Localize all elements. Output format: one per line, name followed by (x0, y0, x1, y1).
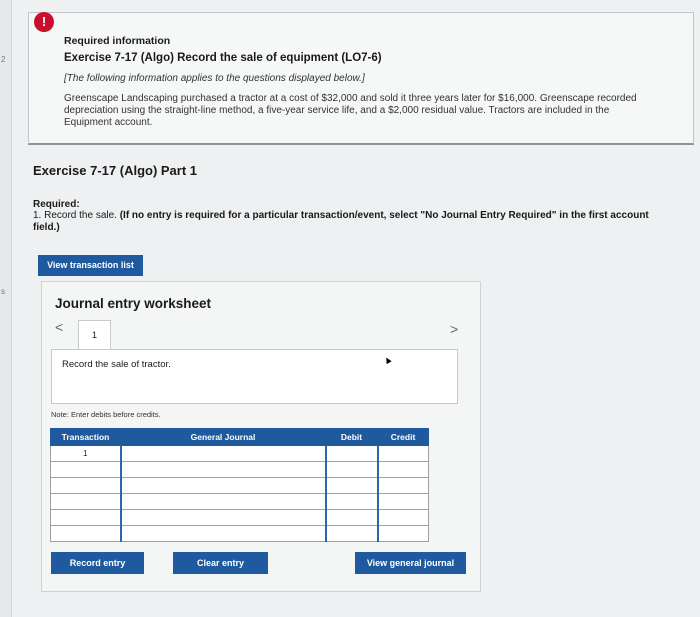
table-row (50, 525, 429, 542)
required-text-bold: (If no entry is required for a particula… (33, 210, 649, 233)
credit-input[interactable] (376, 445, 429, 462)
transaction-cell (50, 525, 121, 542)
debit-input[interactable] (324, 525, 378, 542)
transaction-cell (50, 509, 121, 526)
debit-input[interactable] (324, 461, 378, 478)
general-journal-select[interactable] (119, 525, 326, 542)
journal-table: Transaction General Journal Debit Credit… (50, 428, 429, 542)
view-transaction-list-button[interactable]: View transaction list (38, 255, 143, 276)
transaction-cell: 1 (50, 445, 121, 462)
clear-entry-button[interactable]: Clear entry (173, 552, 268, 574)
column-header-transaction: Transaction (50, 428, 121, 446)
journal-entry-worksheet: Journal entry worksheet < 1 > Record the… (41, 281, 481, 592)
table-header-row: Transaction General Journal Debit Credit (50, 428, 429, 446)
credit-input[interactable] (376, 509, 429, 526)
table-row (50, 477, 429, 494)
info-title: Required information (64, 35, 171, 47)
mouse-cursor-icon: ▲ (380, 353, 395, 368)
debit-input[interactable] (324, 477, 378, 494)
credit-input[interactable] (376, 493, 429, 510)
worksheet-title: Journal entry worksheet (55, 296, 212, 311)
required-text: 1. Record the sale. (33, 210, 120, 221)
required-instruction: 1. Record the sale. (If no entry is requ… (33, 210, 673, 234)
part-title: Exercise 7-17 (Algo) Part 1 (33, 163, 198, 178)
instruction-box: Record the sale of tractor. ▲ (51, 349, 458, 404)
table-row (50, 461, 429, 478)
debit-input[interactable] (324, 493, 378, 510)
transaction-cell (50, 461, 121, 478)
general-journal-select[interactable] (119, 445, 326, 462)
debit-input[interactable] (324, 509, 378, 526)
view-general-journal-button[interactable]: View general journal (355, 552, 466, 574)
general-journal-select[interactable] (119, 493, 326, 510)
left-gutter: 2 s (0, 0, 12, 617)
table-row: 1 (50, 445, 429, 462)
credit-input[interactable] (376, 525, 429, 542)
general-journal-select[interactable] (119, 477, 326, 494)
debit-input[interactable] (324, 445, 378, 462)
tab-1[interactable]: 1 (78, 320, 111, 350)
column-header-debit: Debit (325, 428, 378, 446)
required-information-panel: Required information Exercise 7-17 (Algo… (28, 12, 694, 145)
chevron-left-icon[interactable]: < (55, 319, 63, 335)
transaction-cell (50, 477, 121, 494)
transaction-cell (50, 493, 121, 510)
gutter-mark: 2 (1, 55, 6, 64)
credit-input[interactable] (376, 477, 429, 494)
general-journal-select[interactable] (119, 461, 326, 478)
record-entry-button[interactable]: Record entry (51, 552, 144, 574)
info-paragraph: Greenscape Landscaping purchased a tract… (64, 93, 637, 128)
instruction-text: Record the sale of tractor. (62, 359, 171, 370)
table-row (50, 509, 429, 526)
table-row (50, 493, 429, 510)
chevron-right-icon[interactable]: > (450, 321, 458, 337)
required-heading: Required: (33, 199, 80, 210)
credit-input[interactable] (376, 461, 429, 478)
column-header-general-journal: General Journal (120, 428, 326, 446)
alert-icon: ! (34, 12, 54, 32)
info-note: [The following information applies to th… (64, 73, 365, 84)
general-journal-select[interactable] (119, 509, 326, 526)
exercise-title: Exercise 7-17 (Algo) Record the sale of … (64, 52, 382, 64)
column-header-credit: Credit (377, 428, 429, 446)
debits-note: Note: Enter debits before credits. (51, 410, 161, 419)
gutter-mark: s (1, 287, 5, 296)
